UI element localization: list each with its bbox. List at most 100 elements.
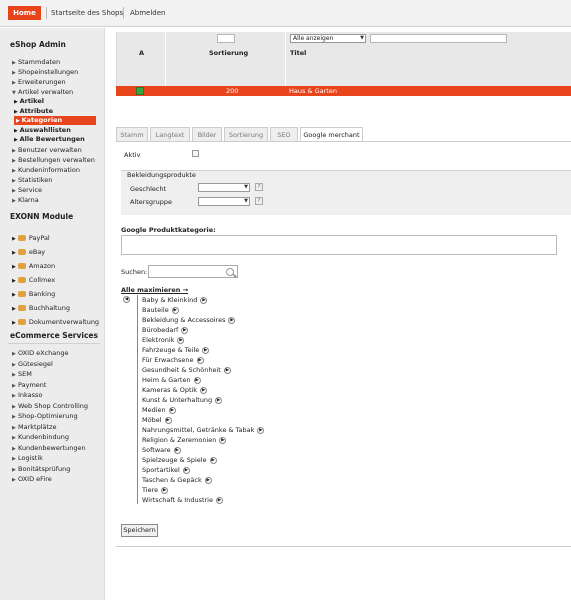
expand-icon[interactable]: ▶ xyxy=(228,316,236,324)
shop-start-link[interactable]: Startseite des Shops xyxy=(51,9,123,17)
sidebar-module-dokumentverwaltung[interactable]: ▶ Dokumentverwaltung xyxy=(12,317,99,327)
tab-langtext[interactable]: Langtext xyxy=(150,127,190,142)
save-button[interactable]: Speichern xyxy=(121,524,158,537)
category-item[interactable]: Bürobedarf ▶ xyxy=(142,325,189,335)
expand-icon[interactable]: ▶ xyxy=(171,306,179,314)
sidebar-module-paypal[interactable]: ▶ PayPal xyxy=(12,233,50,243)
sidebar-service-item[interactable]: ▶ OXID eFire xyxy=(12,474,52,484)
sidebar-service-item[interactable]: ▶ Kundenbewertungen xyxy=(12,443,86,453)
category-item[interactable]: Tiere ▶ xyxy=(142,485,169,495)
expand-icon[interactable]: ▶ xyxy=(177,336,185,344)
sidebar-item-service[interactable]: ▶ Service xyxy=(12,185,42,195)
sidebar-module-buchhaltung[interactable]: ▶ Buchhaltung xyxy=(12,303,70,313)
help-icon[interactable]: ? xyxy=(255,197,263,205)
expand-icon[interactable]: ▶ xyxy=(164,416,172,424)
sidebar-service-item[interactable]: ▶ Inkasso xyxy=(12,390,42,400)
age-select[interactable]: ▼ xyxy=(198,197,250,206)
expand-icon[interactable]: ▶ xyxy=(181,326,189,334)
sidebar-module-amazon[interactable]: ▶ Amazon xyxy=(12,261,55,271)
sidebar-service-item[interactable]: ▶ Gütesiegel xyxy=(12,359,53,369)
sidebar-service-item[interactable]: ▶ Bonitätsprüfung xyxy=(12,464,70,474)
expand-icon[interactable]: ▶ xyxy=(257,426,265,434)
sidebar-subitem-artikel[interactable]: ▶ Artikel xyxy=(14,97,44,106)
sidebar-subitem-auswahllisten[interactable]: ▶ Auswahllisten xyxy=(14,126,71,135)
tab-bilder[interactable]: Bilder xyxy=(192,127,222,142)
category-item[interactable]: Kunst & Unterhaltung ▶ xyxy=(142,395,223,405)
collapse-icon[interactable]: ◀ xyxy=(123,296,130,303)
expand-icon[interactable]: ▶ xyxy=(219,436,227,444)
expand-icon[interactable]: ▶ xyxy=(215,396,223,404)
expand-icon[interactable]: ▶ xyxy=(196,356,204,364)
sidebar-module-banking[interactable]: ▶ Banking xyxy=(12,289,55,299)
title-filter-input[interactable] xyxy=(370,34,507,43)
column-header-active[interactable]: A xyxy=(139,49,144,57)
search-input[interactable] xyxy=(148,265,238,278)
category-item[interactable]: Sportartikel ▶ xyxy=(142,465,190,475)
category-item[interactable]: Elektronik ▶ xyxy=(142,335,185,345)
sidebar-subitem-kategorien[interactable]: ▶ Kategorien xyxy=(14,116,96,125)
expand-icon[interactable]: ▶ xyxy=(200,386,208,394)
sidebar-service-item[interactable]: ▶ Shop-Optimierung xyxy=(12,411,78,421)
logout-link[interactable]: Abmelden xyxy=(130,9,166,17)
sort-filter-input[interactable] xyxy=(217,34,235,43)
table-row[interactable]: 200 Haus & Garten xyxy=(116,86,571,96)
category-item[interactable]: Bekleidung & Accessoires ▶ xyxy=(142,315,236,325)
sidebar-service-item[interactable]: ▶ Marktplätze xyxy=(12,422,56,432)
sidebar-service-item[interactable]: ▶ Kundenbindung xyxy=(12,432,69,442)
sidebar-service-item[interactable]: ▶ OXID eXchange xyxy=(12,348,69,358)
home-button[interactable]: Home xyxy=(8,6,41,20)
sidebar-item-shopeinstellungen[interactable]: ▶ Shopeinstellungen xyxy=(12,67,78,77)
column-header-sort[interactable]: Sortierung xyxy=(209,49,248,57)
expand-icon[interactable]: ▶ xyxy=(216,496,223,504)
column-header-title[interactable]: Titel xyxy=(290,49,306,57)
tab-sortierung[interactable]: Sortierung xyxy=(224,127,268,142)
tab-seo[interactable]: SEO xyxy=(270,127,298,142)
expand-icon[interactable]: ▶ xyxy=(161,486,169,494)
category-item[interactable]: Kameras & Optik ▶ xyxy=(142,385,208,395)
sidebar-item-klarna[interactable]: ▶ Klarna xyxy=(12,195,39,205)
category-item[interactable]: Fahrzeuge & Teile ▶ xyxy=(142,345,210,355)
maximize-all-link[interactable]: Alle maximieren → xyxy=(121,286,188,294)
category-item[interactable]: Heim & Garten ▶ xyxy=(142,375,201,385)
category-item[interactable]: Wirtschaft & Industrie ▶ xyxy=(142,495,223,505)
sidebar-item-bestellungen[interactable]: ▶ Bestellungen verwalten xyxy=(12,155,95,165)
sidebar-service-item[interactable]: ▶ Payment xyxy=(12,380,46,390)
sidebar-service-item[interactable]: ▶ Logistik xyxy=(12,453,43,463)
category-item[interactable]: Bauteile ▶ xyxy=(142,305,179,315)
category-item[interactable]: Baby & Kleinkind ▶ xyxy=(142,295,208,305)
sidebar-module-collmex[interactable]: ▶ Collmex xyxy=(12,275,55,285)
sidebar-module-ebay[interactable]: ▶ eBay xyxy=(12,247,45,257)
tab-google-merchant[interactable]: Google merchant xyxy=(300,127,363,142)
gender-select[interactable]: ▼ xyxy=(198,183,250,192)
active-filter-select[interactable]: Alle anzeigen ▼ xyxy=(290,34,366,43)
help-icon[interactable]: ? xyxy=(255,183,263,191)
sidebar-service-item[interactable]: ▶ SEM xyxy=(12,369,32,379)
category-item[interactable]: Taschen & Gepäck ▶ xyxy=(142,475,212,485)
sidebar-item-benutzer[interactable]: ▶ Benutzer verwalten xyxy=(12,145,82,155)
sidebar-item-erweiterungen[interactable]: ▶ Erweiterungen xyxy=(12,77,66,87)
sidebar-item-stammdaten[interactable]: ▶ Stammdaten xyxy=(12,57,60,67)
category-item[interactable]: Software ▶ xyxy=(142,445,181,455)
sidebar-item-artikel-verwalten[interactable]: ▼ Artikel verwalten xyxy=(12,87,73,97)
category-item[interactable]: Möbel ▶ xyxy=(142,415,172,425)
category-item[interactable]: Für Erwachsene ▶ xyxy=(142,355,204,365)
expand-icon[interactable]: ▶ xyxy=(182,466,190,474)
active-checkbox[interactable] xyxy=(192,150,199,157)
expand-icon[interactable]: ▶ xyxy=(193,376,201,384)
sidebar-item-kundeninformation[interactable]: ▶ Kundeninformation xyxy=(12,165,80,175)
category-item[interactable]: Nahrungsmittel, Getränke & Tabak ▶ xyxy=(142,425,265,435)
category-item[interactable]: Medien ▶ xyxy=(142,405,176,415)
category-item[interactable]: Spielzeuge & Spiele ▶ xyxy=(142,455,217,465)
expand-icon[interactable]: ▶ xyxy=(204,476,212,484)
category-item[interactable]: Religion & Zeremonien ▶ xyxy=(142,435,227,445)
sidebar-subitem-alle-bewertungen[interactable]: ▶ Alle Bewertungen xyxy=(14,135,85,144)
expand-icon[interactable]: ▶ xyxy=(202,346,210,354)
expand-icon[interactable]: ▶ xyxy=(209,456,217,464)
search-icon[interactable] xyxy=(226,268,234,276)
sidebar-item-statistiken[interactable]: ▶ Statistiken xyxy=(12,175,52,185)
sidebar-service-item[interactable]: ▶ Web Shop Controlling xyxy=(12,401,88,411)
expand-icon[interactable]: ▶ xyxy=(200,296,208,304)
expand-icon[interactable]: ▶ xyxy=(173,446,181,454)
expand-icon[interactable]: ▶ xyxy=(223,366,231,374)
sidebar-subitem-attribute[interactable]: ▶ Attribute xyxy=(14,107,53,116)
